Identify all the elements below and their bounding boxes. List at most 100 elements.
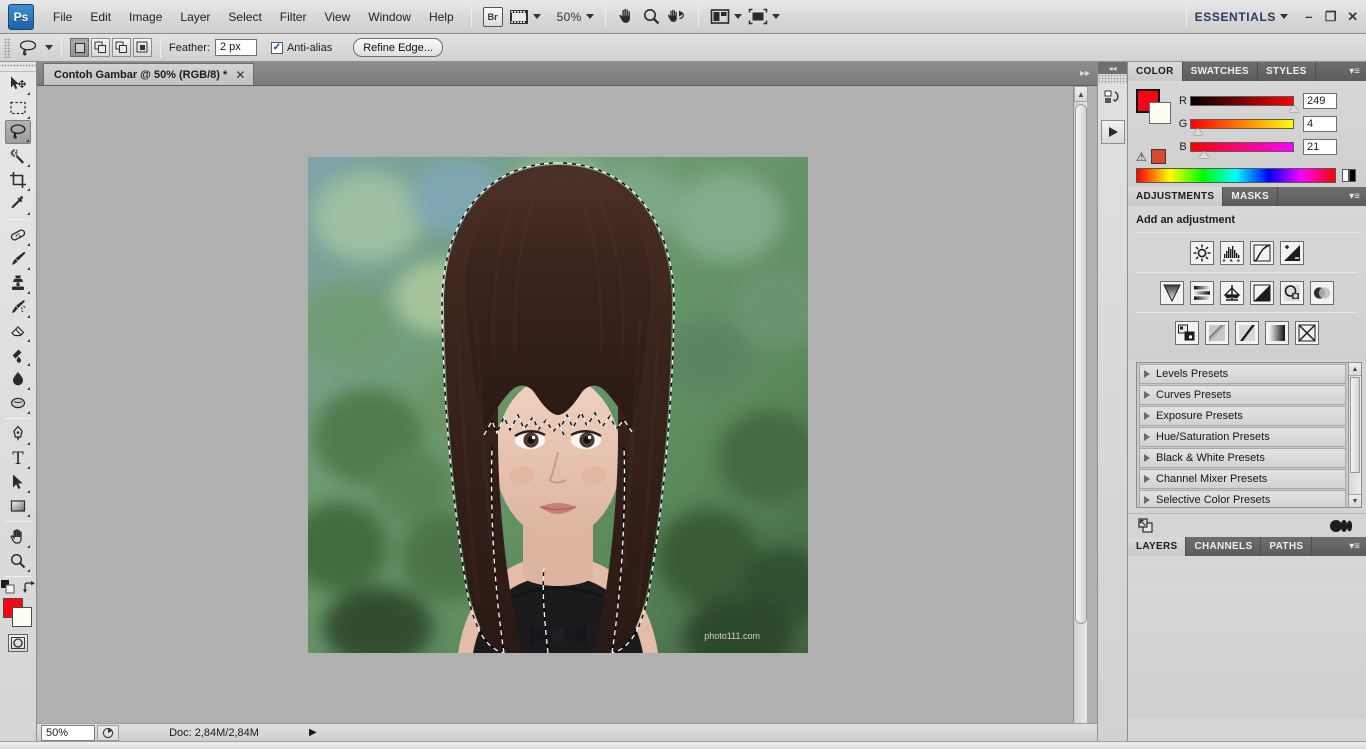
rectangle-tool[interactable]: [5, 494, 31, 518]
anti-alias-checkbox[interactable]: ✓: [270, 41, 283, 54]
path-selection-tool[interactable]: [5, 470, 31, 494]
menu-filter[interactable]: Filter: [271, 6, 316, 28]
preset-exposure[interactable]: Exposure Presets: [1139, 406, 1346, 426]
menu-help[interactable]: Help: [420, 6, 463, 28]
presets-scroll-region[interactable]: Levels Presets Curves Presets Exposure P…: [1137, 363, 1348, 507]
blue-slider-thumb[interactable]: [1199, 150, 1210, 158]
layers-panel-menu-icon[interactable]: ▾≡: [1343, 537, 1366, 556]
hue-saturation-icon[interactable]: [1190, 281, 1214, 305]
vibrance-icon[interactable]: [1160, 281, 1184, 305]
dodge-tool[interactable]: [5, 391, 31, 415]
brush-tool[interactable]: [5, 247, 31, 271]
canvas-vertical-scrollbar[interactable]: ▲: [1073, 86, 1088, 723]
canvas-area[interactable]: photo111.com: [37, 86, 1097, 723]
clip-to-layer-icon[interactable]: [1138, 517, 1156, 534]
tab-swatches[interactable]: SWATCHES: [1183, 62, 1258, 81]
layers-panel-body[interactable]: [1128, 556, 1366, 718]
subtract-from-selection-button[interactable]: [112, 38, 131, 57]
mini-bridge-button[interactable]: [506, 6, 544, 28]
current-tool-icon[interactable]: [15, 37, 41, 59]
hand-tool[interactable]: [5, 525, 31, 549]
scroll-up-arrow-icon[interactable]: ▲: [1349, 363, 1361, 376]
workspace-switcher[interactable]: ESSENTIALS – ❐ ✕: [1178, 6, 1366, 27]
add-to-selection-button[interactable]: [91, 38, 110, 57]
background-color-chip[interactable]: [1149, 102, 1171, 124]
rectangular-marquee-tool[interactable]: [5, 96, 31, 120]
color-balance-icon[interactable]: [1220, 281, 1244, 305]
status-expand-icon[interactable]: ▶: [309, 727, 323, 738]
blur-tool[interactable]: [5, 367, 31, 391]
menu-file[interactable]: File: [44, 6, 81, 28]
collapse-dock-button[interactable]: ◂◂: [1098, 62, 1127, 74]
restore-button[interactable]: ❐: [1320, 7, 1342, 27]
new-selection-button[interactable]: [70, 38, 89, 57]
horizontal-type-tool[interactable]: T: [5, 446, 31, 470]
channel-mixer-icon[interactable]: [1310, 281, 1334, 305]
color-panel-menu-icon[interactable]: ▾≡: [1343, 62, 1366, 81]
status-grip-icon[interactable]: [97, 724, 119, 741]
preset-levels[interactable]: Levels Presets: [1139, 364, 1346, 384]
red-slider-thumb[interactable]: [1288, 104, 1299, 112]
color-ramp[interactable]: [1136, 168, 1356, 183]
exposure-icon[interactable]: [1280, 241, 1304, 265]
out-of-gamut-color-chip[interactable]: [1150, 149, 1166, 164]
hand-tool-button[interactable]: [614, 6, 639, 28]
pen-tool[interactable]: [5, 422, 31, 446]
scroll-up-arrow-icon[interactable]: ▲: [1074, 86, 1088, 102]
menu-image[interactable]: Image: [120, 6, 171, 28]
green-slider[interactable]: [1190, 118, 1294, 135]
tab-styles[interactable]: STYLES: [1258, 62, 1316, 81]
zoom-tool[interactable]: [5, 549, 31, 573]
options-bar-gripper[interactable]: [4, 37, 11, 58]
toolbox-gripper[interactable]: [0, 62, 36, 72]
dock-gripper[interactable]: [1098, 74, 1127, 84]
menu-layer[interactable]: Layer: [171, 6, 219, 28]
adjustments-panel-menu-icon[interactable]: ▾≡: [1343, 187, 1366, 206]
close-button[interactable]: ✕: [1342, 7, 1364, 27]
levels-icon[interactable]: [1220, 241, 1244, 265]
red-value[interactable]: 249: [1303, 92, 1337, 109]
tab-color[interactable]: COLOR: [1128, 62, 1183, 81]
zoom-input[interactable]: 50%: [41, 724, 95, 741]
presets-scroll-thumb[interactable]: [1350, 377, 1360, 473]
tool-preset-chevron-icon[interactable]: [45, 45, 53, 50]
green-value[interactable]: 4: [1303, 115, 1337, 132]
gradient-tool[interactable]: [5, 343, 31, 367]
tab-layers[interactable]: LAYERS: [1128, 537, 1187, 556]
close-icon[interactable]: ✕: [235, 68, 245, 82]
zoom-tool-button[interactable]: [639, 6, 664, 28]
blue-value[interactable]: 21: [1303, 138, 1337, 155]
blue-slider[interactable]: [1190, 141, 1294, 158]
tab-masks[interactable]: MASKS: [1223, 187, 1278, 206]
preset-channel-mixer[interactable]: Channel Mixer Presets: [1139, 469, 1346, 489]
crop-tool[interactable]: [5, 168, 31, 192]
brightness-contrast-icon[interactable]: [1190, 241, 1214, 265]
threshold-icon[interactable]: [1235, 321, 1259, 345]
arrange-documents-button[interactable]: [707, 6, 745, 28]
move-tool[interactable]: [5, 72, 31, 96]
menu-select[interactable]: Select: [219, 6, 270, 28]
menu-window[interactable]: Window: [359, 6, 420, 28]
actions-panel-icon[interactable]: [1100, 120, 1125, 144]
menu-edit[interactable]: Edit: [81, 6, 120, 28]
history-brush-tool[interactable]: [5, 295, 31, 319]
history-panel-icon[interactable]: [1098, 84, 1127, 114]
tab-channels[interactable]: CHANNELS: [1186, 537, 1262, 556]
refine-edge-button[interactable]: Refine Edge...: [353, 38, 443, 57]
tab-adjustments[interactable]: ADJUSTMENTS: [1128, 187, 1224, 206]
photo-filter-icon[interactable]: [1280, 281, 1304, 305]
black-chip[interactable]: [1349, 169, 1356, 182]
screen-mode-button[interactable]: [745, 6, 783, 28]
red-slider[interactable]: [1190, 95, 1299, 112]
quick-mask-toggle[interactable]: [8, 634, 28, 652]
minimize-button[interactable]: –: [1298, 7, 1320, 27]
scroll-down-arrow-icon[interactable]: ▼: [1349, 494, 1361, 507]
spot-healing-brush-tool[interactable]: [5, 223, 31, 247]
launch-bridge-button[interactable]: Br: [480, 6, 506, 28]
vertical-scroll-thumb[interactable]: [1075, 104, 1087, 624]
default-colors-icon[interactable]: [0, 580, 15, 594]
white-chip[interactable]: [1342, 169, 1349, 182]
black-and-white-icon[interactable]: [1250, 281, 1274, 305]
gradient-map-icon[interactable]: [1265, 321, 1289, 345]
posterize-icon[interactable]: [1205, 321, 1229, 345]
